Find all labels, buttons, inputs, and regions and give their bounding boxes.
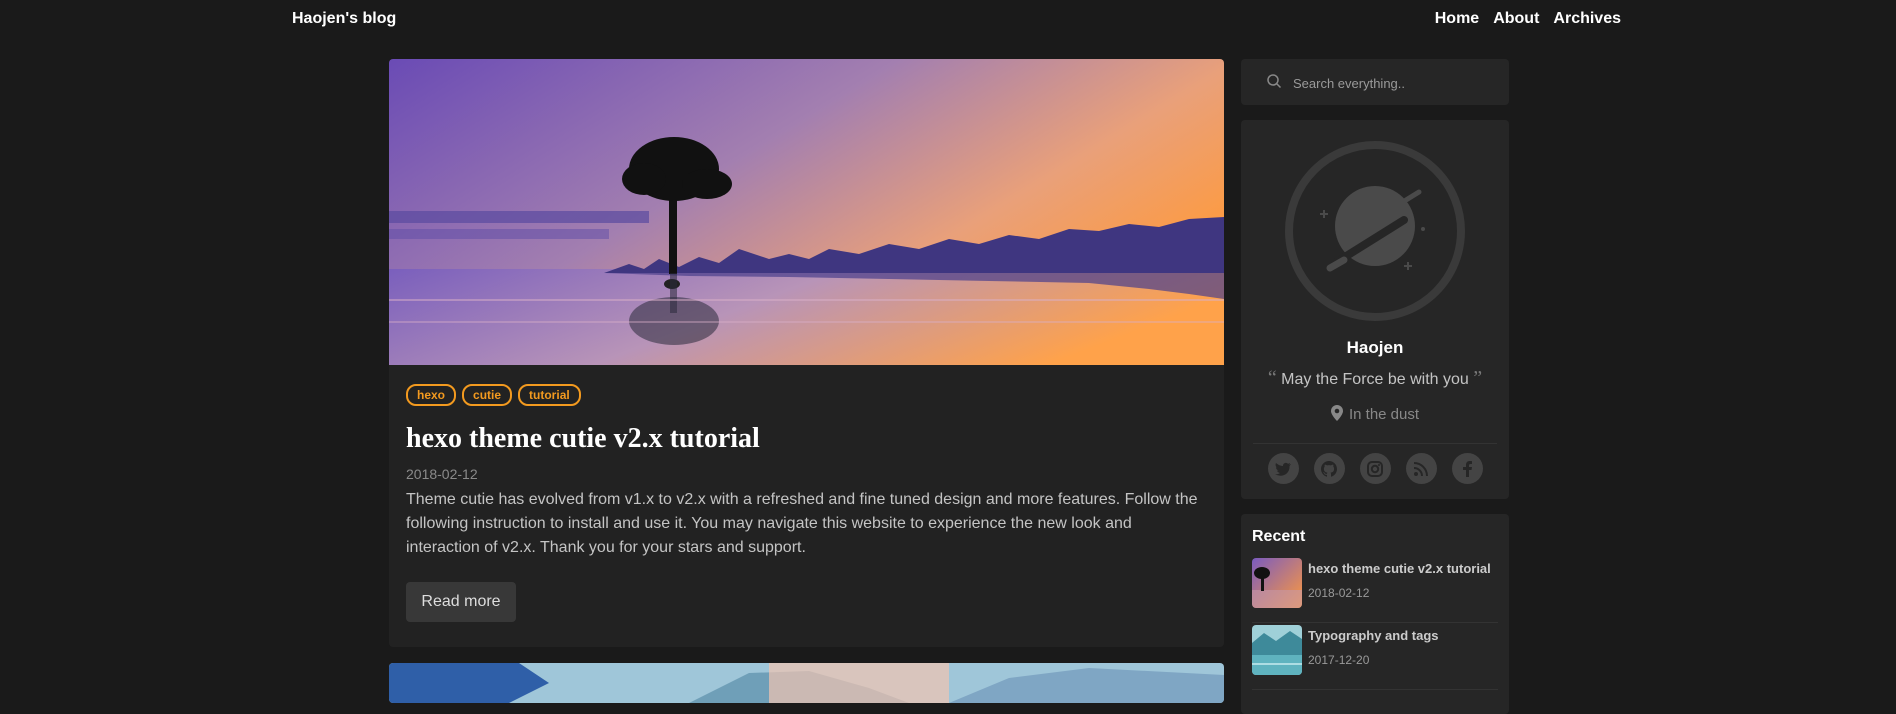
nav-home[interactable]: Home — [1435, 10, 1479, 28]
post-excerpt: Theme cutie has evolved from v1.x to v2.… — [406, 491, 1198, 556]
location-pin-icon — [1330, 405, 1343, 421]
quote-close-mark: ” — [1473, 367, 1483, 389]
recent-thumbnail[interactable] — [1252, 558, 1302, 608]
recent-item[interactable]: Typography and tags 2017-12-20 — [1252, 625, 1498, 690]
recent-item-date: 2018-02-12 — [1308, 586, 1370, 600]
search-box — [1241, 59, 1509, 105]
recent-posts-widget: Recent hexo theme cutie v2.x tutorial 20… — [1241, 514, 1509, 714]
quote-open-mark: “ — [1267, 367, 1277, 389]
recent-item-title[interactable]: hexo theme cutie v2.x tutorial — [1308, 561, 1491, 576]
avatar — [1285, 141, 1465, 321]
rss-icon[interactable] — [1405, 453, 1437, 484]
recent-item[interactable]: hexo theme cutie v2.x tutorial 2018-02-1… — [1252, 558, 1498, 623]
search-icon — [1267, 74, 1282, 89]
profile-quote-text: May the Force be with you — [1281, 371, 1469, 388]
main-nav: Home About Archives — [1435, 10, 1621, 28]
top-navbar: Haojen's blog Home About Archives — [0, 0, 1896, 40]
nav-about[interactable]: About — [1493, 10, 1539, 28]
search-input[interactable] — [1291, 71, 1495, 95]
tag-tutorial[interactable]: tutorial — [518, 384, 581, 406]
profile-name: Haojen — [1346, 338, 1404, 357]
recent-item-title[interactable]: Typography and tags — [1308, 628, 1439, 643]
github-icon[interactable] — [1313, 453, 1345, 484]
recent-thumbnail[interactable] — [1252, 625, 1302, 675]
facebook-icon[interactable] — [1451, 453, 1483, 484]
post-title[interactable]: hexo theme cutie v2.x tutorial — [406, 423, 760, 455]
read-more-button[interactable]: Read more — [406, 582, 516, 622]
post-tags: hexo cutie tutorial — [406, 384, 581, 406]
tag-hexo[interactable]: hexo — [406, 384, 457, 406]
tag-cutie[interactable]: cutie — [462, 384, 513, 406]
location-text: In the dust — [1348, 406, 1420, 423]
recent-list: hexo theme cutie v2.x tutorial 2018-02-1… — [1252, 558, 1498, 690]
site-brand[interactable]: Haojen's blog — [292, 10, 396, 28]
recent-title: Recent — [1252, 528, 1306, 545]
profile-location: In the dust — [1241, 405, 1509, 423]
social-links — [1241, 453, 1509, 484]
recent-item-date: 2017-12-20 — [1308, 653, 1370, 667]
post-card: hexo cutie tutorial hexo theme cutie v2.… — [389, 59, 1224, 647]
instagram-icon[interactable] — [1359, 453, 1391, 484]
profile-widget: Haojen “ May the Force be with you ” In … — [1241, 120, 1509, 499]
next-post-cover-image[interactable] — [389, 663, 1224, 703]
twitter-icon[interactable] — [1267, 453, 1299, 484]
post-date: 2018-02-12 — [406, 466, 478, 482]
profile-quote: “ May the Force be with you ” — [1241, 367, 1509, 390]
nav-archives[interactable]: Archives — [1553, 10, 1621, 28]
post-cover-image[interactable] — [389, 59, 1224, 365]
profile-divider — [1253, 443, 1497, 444]
